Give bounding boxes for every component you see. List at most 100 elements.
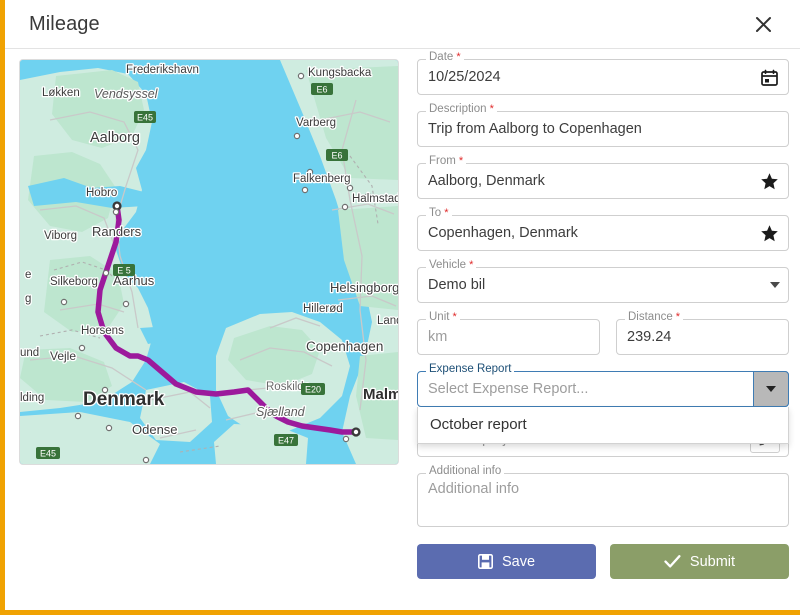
map-canvas: Frederikshavn Kungsbacka Løkken Vendsyss… [20,60,398,464]
svg-text:Vejle: Vejle [50,349,76,363]
expense-report-field: Expense Report Select Expense Report... … [417,363,789,444]
to-label: To * [426,207,452,220]
svg-text:e: e [25,269,31,281]
additional-info-field: Additional info Additional info [417,465,789,527]
date-value[interactable]: 10/25/2024 [428,60,758,94]
svg-text:Helsingborg: Helsingborg [330,280,398,295]
required-marker: * [455,155,464,167]
description-fieldset[interactable]: Description * Trip from Aalborg to Copen… [417,103,789,147]
description-label: Description * [426,103,497,116]
dialog-header: Mileage [5,0,800,49]
save-button[interactable]: Save [417,544,596,579]
description-field: Description * Trip from Aalborg to Copen… [417,103,789,147]
dialog-title: Mileage [29,12,100,35]
svg-text:Frederikshavn: Frederikshavn [126,64,199,76]
svg-text:Land: Land [377,315,398,327]
svg-text:Aalborg: Aalborg [90,130,140,146]
star-icon[interactable] [758,170,780,192]
check-icon [664,555,681,568]
svg-text:Randers: Randers [92,224,142,239]
svg-text:Denmark: Denmark [83,389,165,410]
unit-label: Unit * [426,311,460,324]
date-label: Date * [426,51,464,64]
additional-info-label: Additional info [426,465,505,478]
svg-text:Hillerød: Hillerød [303,303,343,315]
submit-button[interactable]: Submit [610,544,789,579]
unit-distance-row: Unit * km Distance * 239.24 [417,311,789,355]
to-field: To * Copenhagen, Denmark [417,207,789,251]
from-field: From * Aalborg, Denmark [417,155,789,199]
from-label: From * [426,155,467,168]
expense-report-input[interactable]: Select Expense Report... [428,372,780,406]
dropdown-option[interactable]: October report [418,407,788,443]
svg-text:Falkenberg: Falkenberg [293,173,351,185]
svg-text:Odense: Odense [132,422,178,437]
svg-text:lding: lding [20,392,44,404]
required-marker: * [672,311,681,323]
required-marker: * [466,259,474,271]
vehicle-value[interactable]: Demo bil [428,268,770,302]
svg-text:Kungsbacka: Kungsbacka [308,67,372,79]
svg-text:Halmstad: Halmstad [352,193,398,205]
vehicle-label: Vehicle * [426,259,477,272]
mileage-dialog: Mileage Frederikshavn Kungsbacka Løkken … [0,0,800,615]
expense-report-toggle-button[interactable] [753,371,789,407]
vehicle-field: Vehicle * Demo bil [417,259,789,303]
svg-text:Viborg: Viborg [44,230,77,242]
required-marker: * [441,207,449,219]
expense-report-fieldset[interactable]: Expense Report Select Expense Report... [417,363,789,407]
expense-report-label: Expense Report [426,363,515,376]
svg-text:E6: E6 [331,151,342,161]
mileage-form: Date * 10/25/2024 Description * Trip fro… [417,51,789,579]
to-value[interactable]: Copenhagen, Denmark [428,216,758,250]
unit-fieldset[interactable]: Unit * km [417,311,600,355]
from-value[interactable]: Aalborg, Denmark [428,164,758,198]
distance-value[interactable]: 239.24 [627,320,780,354]
unit-field: Unit * km [417,311,600,355]
svg-text:g: g [25,293,31,305]
svg-text:Varberg: Varberg [296,117,336,129]
chevron-down-icon [766,386,776,392]
to-fieldset[interactable]: To * Copenhagen, Denmark [417,207,789,251]
svg-text:E47: E47 [278,436,294,446]
unit-value[interactable]: km [428,320,591,354]
additional-info-fieldset[interactable]: Additional info Additional info [417,465,789,527]
distance-label: Distance * [625,311,684,324]
date-fieldset[interactable]: Date * 10/25/2024 [417,51,789,95]
calendar-icon[interactable] [758,66,780,88]
svg-text:E45: E45 [137,113,153,123]
additional-info-placeholder[interactable]: Additional info [428,474,519,498]
required-marker: * [453,51,461,63]
svg-text:E6: E6 [316,85,327,95]
svg-text:und: und [20,347,39,359]
svg-text:E 5: E 5 [117,266,131,276]
route-map[interactable]: Frederikshavn Kungsbacka Løkken Vendsyss… [19,59,399,465]
required-marker: * [449,311,457,323]
distance-field: Distance * 239.24 [616,311,789,355]
svg-text:E20: E20 [305,385,321,395]
svg-text:Sjælland: Sjælland [256,405,306,419]
save-button-label: Save [501,553,536,570]
date-field: Date * 10/25/2024 [417,51,789,95]
vehicle-fieldset[interactable]: Vehicle * Demo bil [417,259,789,303]
distance-fieldset[interactable]: Distance * 239.24 [616,311,789,355]
chevron-down-icon[interactable] [770,282,780,288]
expense-report-dropdown[interactable]: October report [417,407,789,444]
svg-text:Copenhagen: Copenhagen [306,339,383,354]
save-floppy-icon [477,554,493,569]
action-buttons: Save Submit [417,544,789,579]
close-button[interactable] [750,11,776,37]
dialog-body: Frederikshavn Kungsbacka Løkken Vendsyss… [5,49,800,579]
svg-text:Silkeborg: Silkeborg [50,276,98,288]
required-marker: * [486,103,494,115]
description-value[interactable]: Trip from Aalborg to Copenhagen [428,112,780,146]
svg-text:Malm: Malm [363,386,398,403]
svg-text:E45: E45 [40,449,56,459]
svg-text:Hobro: Hobro [86,187,117,199]
close-icon [755,16,771,32]
star-icon[interactable] [758,222,780,244]
svg-text:Horsens: Horsens [81,325,124,337]
from-fieldset[interactable]: From * Aalborg, Denmark [417,155,789,199]
